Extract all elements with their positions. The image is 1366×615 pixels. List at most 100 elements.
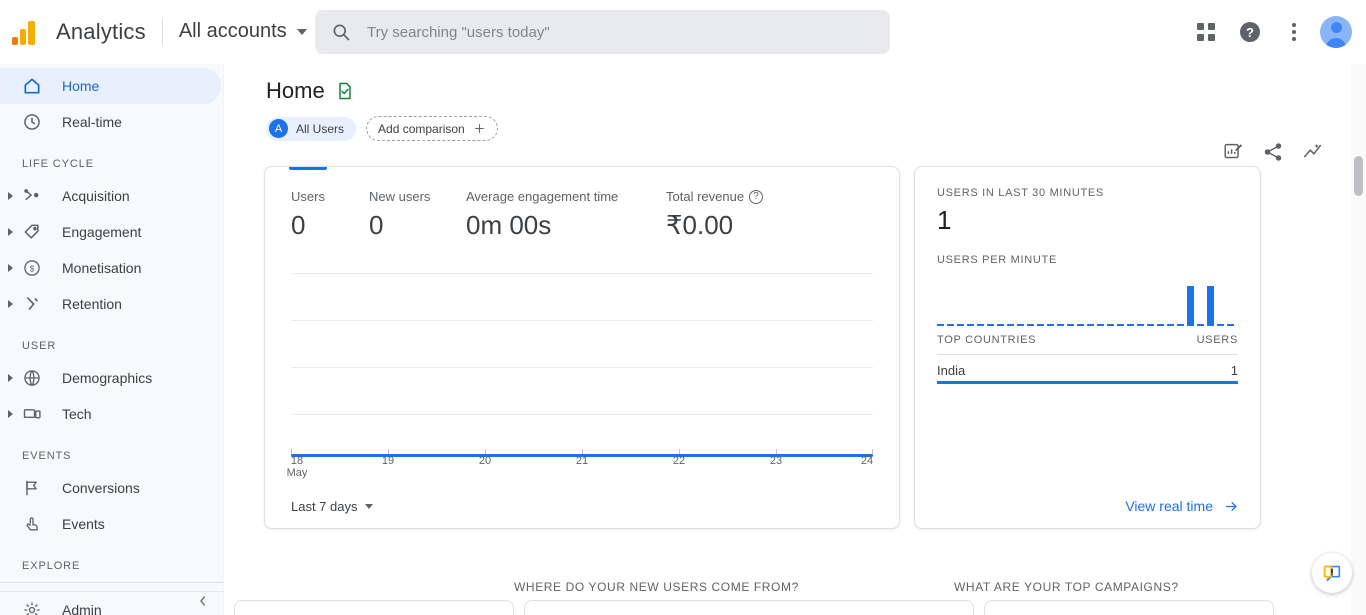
users-per-minute-bar bbox=[1127, 324, 1134, 326]
chip-all-users-label: All Users bbox=[296, 121, 345, 136]
avatar[interactable] bbox=[1320, 16, 1352, 48]
clock-icon bbox=[20, 110, 44, 134]
tag-icon bbox=[20, 220, 44, 244]
page-title: Home bbox=[266, 78, 325, 103]
lower-card-1[interactable] bbox=[234, 600, 514, 615]
scrollbar-thumb[interactable] bbox=[1354, 156, 1363, 196]
more-vert-icon[interactable] bbox=[1276, 14, 1312, 50]
users-last-30-min-label: USERS IN LAST 30 MINUTES bbox=[937, 187, 1104, 199]
expand-arrow-icon[interactable] bbox=[8, 264, 13, 272]
lower-card-3[interactable] bbox=[984, 600, 1274, 615]
acquisition-icon bbox=[20, 184, 44, 208]
sidebar-collapse-row bbox=[0, 591, 223, 615]
view-real-time-label: View real time bbox=[1125, 498, 1213, 514]
lower-cards-row bbox=[224, 600, 1366, 615]
column-header-users: USERS bbox=[1196, 334, 1238, 346]
x-tick-month: May bbox=[286, 467, 308, 479]
active-tab-indicator bbox=[289, 167, 327, 170]
expand-arrow-icon[interactable] bbox=[8, 228, 13, 236]
overview-card: Users 0 New users 0 Average engagement t… bbox=[264, 166, 900, 529]
page-header-actions bbox=[1220, 139, 1326, 165]
users-per-minute-bar bbox=[1107, 324, 1114, 326]
sidebar: Home Real-time LIFE CYCLE Acquisition En… bbox=[0, 64, 224, 615]
sidebar-section-life-cycle: LIFE CYCLE bbox=[22, 158, 94, 170]
date-range-label: Last 7 days bbox=[291, 499, 358, 514]
users-per-minute-chart bbox=[937, 278, 1238, 326]
sidebar-item-engagement[interactable]: Engagement bbox=[0, 214, 221, 250]
gridline bbox=[291, 273, 873, 274]
sidebar-item-monetisation[interactable]: $ Monetisation bbox=[0, 250, 221, 286]
table-row[interactable]: India 1 bbox=[937, 355, 1238, 384]
analytics-logo-icon bbox=[12, 19, 42, 45]
retention-icon bbox=[20, 292, 44, 316]
insights-icon[interactable] bbox=[1300, 139, 1326, 165]
account-selector-label: All accounts bbox=[178, 20, 287, 42]
feedback-icon bbox=[1323, 565, 1341, 582]
row-bar bbox=[937, 381, 1238, 384]
metric-avg-engagement-time: Average engagement time 0m 00s bbox=[466, 189, 666, 241]
metric-label: Users bbox=[291, 189, 325, 204]
users-line-chart bbox=[291, 262, 873, 457]
users-per-minute-bar bbox=[1017, 324, 1024, 326]
search-bar[interactable] bbox=[315, 10, 890, 54]
gridline bbox=[291, 414, 873, 415]
sidebar-item-label: Tech bbox=[62, 406, 92, 422]
account-selector[interactable]: All accounts bbox=[179, 20, 307, 43]
x-tick: 19 bbox=[381, 455, 395, 467]
realtime-card: USERS IN LAST 30 MINUTES 1 USERS PER MIN… bbox=[914, 166, 1261, 529]
page-header: Home bbox=[224, 64, 1366, 104]
page-scrollbar[interactable] bbox=[1351, 64, 1366, 615]
users-per-minute-label: USERS PER MINUTE bbox=[937, 254, 1057, 266]
sidebar-item-events[interactable]: Events bbox=[0, 506, 221, 542]
sidebar-item-label: Acquisition bbox=[62, 188, 130, 204]
metric-label: New users bbox=[369, 189, 431, 204]
globe-icon bbox=[20, 366, 44, 390]
apps-grid-icon[interactable] bbox=[1188, 14, 1224, 50]
sidebar-item-label: Monetisation bbox=[62, 260, 142, 276]
metric-value: 0m 00s bbox=[466, 210, 552, 240]
search-input[interactable] bbox=[365, 22, 874, 42]
chip-all-users[interactable]: A All Users bbox=[266, 116, 357, 141]
report-saved-icon bbox=[335, 81, 355, 101]
help-icon[interactable]: ? bbox=[1232, 14, 1268, 50]
sidebar-item-home[interactable]: Home bbox=[0, 68, 221, 104]
view-real-time-link[interactable]: View real time bbox=[1125, 498, 1240, 514]
users-per-minute-bar bbox=[1067, 324, 1074, 326]
chevron-down-icon bbox=[364, 504, 373, 509]
country-name: India bbox=[937, 363, 966, 378]
users-per-minute-bar bbox=[957, 324, 964, 326]
customise-report-icon[interactable] bbox=[1220, 139, 1246, 165]
date-range-selector[interactable]: Last 7 days bbox=[291, 499, 373, 514]
users-per-minute-bar bbox=[1097, 324, 1104, 326]
users-per-minute-bar bbox=[1087, 324, 1094, 326]
share-icon[interactable] bbox=[1260, 139, 1286, 165]
users-per-minute-bar bbox=[947, 324, 954, 326]
sidebar-item-tech[interactable]: Tech bbox=[0, 396, 221, 432]
users-per-minute-bar bbox=[1227, 324, 1234, 326]
expand-arrow-icon[interactable] bbox=[8, 192, 13, 200]
expand-arrow-icon[interactable] bbox=[8, 374, 13, 382]
gridline bbox=[291, 320, 873, 321]
sidebar-item-demographics[interactable]: Demographics bbox=[0, 360, 221, 396]
sidebar-item-conversions[interactable]: Conversions bbox=[0, 470, 221, 506]
expand-arrow-icon[interactable] bbox=[8, 300, 13, 308]
users-per-minute-bar bbox=[1157, 324, 1164, 326]
sidebar-item-acquisition[interactable]: Acquisition bbox=[0, 178, 221, 214]
chevron-left-icon[interactable] bbox=[195, 593, 211, 614]
x-tick-label: 18 bbox=[290, 455, 304, 467]
help-tooltip-icon[interactable]: ? bbox=[749, 189, 764, 204]
sidebar-item-label: Conversions bbox=[62, 480, 140, 496]
lower-card-2[interactable] bbox=[524, 600, 974, 615]
metric-value: 0 bbox=[369, 210, 384, 240]
users-per-minute-bar bbox=[1137, 324, 1144, 326]
users-per-minute-bar bbox=[1117, 324, 1124, 326]
add-comparison-button[interactable]: Add comparison bbox=[366, 116, 498, 141]
sidebar-item-real-time[interactable]: Real-time bbox=[0, 104, 221, 140]
sidebar-item-label: Home bbox=[62, 78, 100, 94]
feedback-button[interactable] bbox=[1312, 553, 1352, 593]
metric-value: ₹0.00 bbox=[666, 210, 734, 240]
users-per-minute-bar bbox=[1007, 324, 1014, 326]
sidebar-item-retention[interactable]: Retention bbox=[0, 286, 221, 322]
chevron-down-icon bbox=[296, 28, 307, 35]
expand-arrow-icon[interactable] bbox=[8, 410, 13, 418]
